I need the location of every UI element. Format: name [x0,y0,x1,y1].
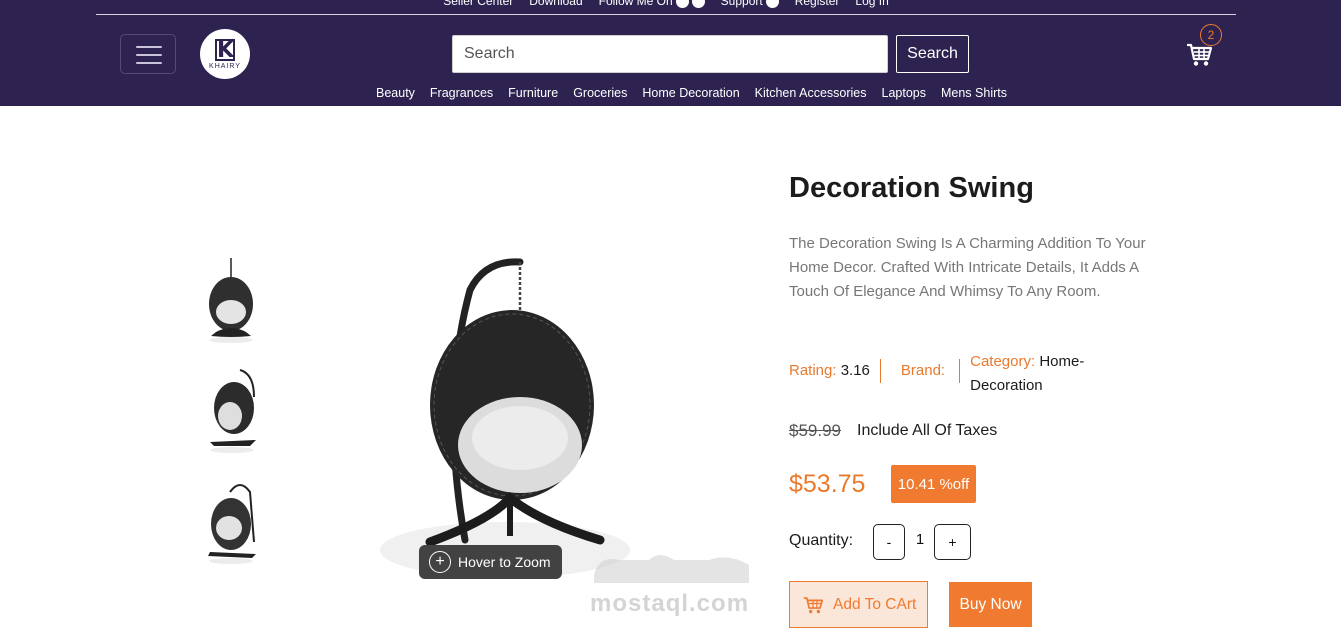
category-nav: Beauty Fragrances Furniture Groceries Ho… [0,86,1341,100]
thumbnail-3[interactable] [196,472,266,567]
tax-note: Include All Of Taxes [857,422,998,439]
cart-icon[interactable] [1185,40,1213,68]
top-bar: Seller Center Download Follow Me On Supp… [96,0,1236,15]
rating-value: 3.16 [840,362,870,379]
hover-to-zoom-hint: + Hover to Zoom [419,545,562,579]
top-links: Seller Center Download Follow Me On Supp… [96,0,1236,8]
top-link-seller-center[interactable]: Seller Center [443,0,513,8]
quantity-decrement-button[interactable]: - [873,524,905,560]
top-link-support[interactable]: Support [721,0,779,8]
quantity-label: Quantity: [789,532,854,549]
add-to-cart-label: Add To CArt [833,595,917,613]
github-icon[interactable] [675,0,689,8]
search-input[interactable] [452,35,888,73]
category-mens-shirts[interactable]: Mens Shirts [941,86,1007,100]
category-home-decoration[interactable]: Home Decoration [642,86,739,100]
hamburger-bar [136,46,162,48]
hamburger-menu-button[interactable] [120,34,176,74]
top-link-follow[interactable]: Follow Me On [599,0,705,8]
logo-mark: K [215,37,235,63]
sale-price: $53.75 [789,470,866,498]
category-info: Category: Home-Decoration [960,350,1095,398]
thumbnail-2[interactable] [196,362,266,457]
thumbnail-1[interactable] [196,252,266,347]
category-fragrances[interactable]: Fragrances [430,86,493,100]
category-kitchen-accessories[interactable]: Kitchen Accessories [755,86,867,100]
add-to-cart-button[interactable]: Add To CArt [789,581,928,628]
search-button[interactable]: Search [896,35,969,73]
follow-label: Follow Me On [598,0,673,8]
category-laptops[interactable]: Laptops [882,86,926,100]
top-link-download[interactable]: Download [529,0,582,8]
product-title: Decoration Swing [789,172,1034,204]
category-groceries[interactable]: Groceries [573,86,627,100]
buy-now-button[interactable]: Buy Now [949,582,1032,627]
product-description: The Decoration Swing Is A Charming Addit… [789,235,1146,300]
quantity-value: 1 [915,531,925,548]
top-link-login[interactable]: Log In [855,0,888,8]
hamburger-bar [136,62,162,64]
zoom-hint-label: Hover to Zoom [458,554,551,570]
product-meta: Rating: 3.16 Brand: Category: Home-Decor… [789,350,1095,398]
hamburger-bar [136,54,162,56]
category-beauty[interactable]: Beauty [334,86,415,100]
cart-icon [803,596,824,613]
watermark-text: mostaql.com [590,590,750,617]
support-icon [765,0,779,8]
brand-info: Brand: [881,359,961,383]
facebook-icon[interactable] [691,0,705,8]
brand-label: Brand: [900,362,946,379]
site-logo[interactable]: K KHAIRY [200,29,250,79]
support-label: Support [720,0,763,8]
rating-label: Rating: [789,362,837,379]
top-link-register[interactable]: Register [795,0,840,8]
discount-badge: 10.41 %off [891,465,976,503]
site-header: Seller Center Download Follow Me On Supp… [0,0,1341,106]
zoom-plus-icon: + [429,551,451,573]
quantity-increment-button[interactable]: + [934,524,971,560]
rating-info: Rating: 3.16 [789,359,881,383]
category-furniture[interactable]: Furniture [508,86,558,100]
category-label: Category: [970,353,1036,370]
original-price: $59.99 [789,421,841,440]
logo-text: KHAIRY [209,62,241,70]
